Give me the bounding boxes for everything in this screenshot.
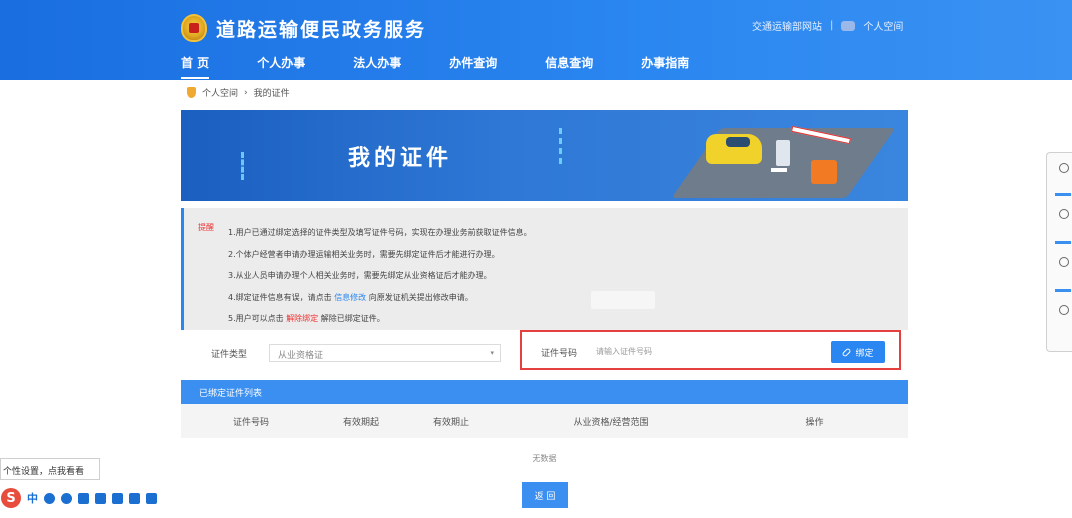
search-icon[interactable] xyxy=(1059,209,1069,219)
col-valid-to: 有效期止 xyxy=(432,417,469,428)
breadcrumb-current: 我的证件 xyxy=(253,89,290,99)
breadcrumb: 个人空间 › 我的证件 xyxy=(187,86,290,99)
breadcrumb-separator: › xyxy=(244,87,248,98)
nav-legal-person[interactable]: 法人办事 xyxy=(353,54,401,79)
col-scope: 从业资格/经营范围 xyxy=(573,417,649,428)
notice-line: 5.用户可以点击 解除绑定 解除已绑定证件。 xyxy=(228,308,532,330)
keyboard-icon[interactable] xyxy=(95,492,106,504)
cert-number-input[interactable]: 请输入证件号码 xyxy=(592,342,822,360)
page-banner: 我的证件 xyxy=(181,110,908,201)
notice-line: 1.用户已通过绑定选择的证件类型及填写证件号码，实现在办理业务前获取证件信息。 xyxy=(228,228,532,237)
nav-personal[interactable]: 个人办事 xyxy=(257,54,305,79)
user-icon[interactable] xyxy=(112,492,123,504)
notice-line: 4.绑定证件信息有误，请点击 信息修改 向原发证机关提出修改申请。 xyxy=(228,287,532,309)
main-nav: 首 页 个人办事 法人办事 办件查询 信息查询 办事指南 xyxy=(181,54,737,79)
car-window-illustration xyxy=(726,137,750,147)
notice-line: 2.个体户经营者申请办理运输相关业务时，需要先绑定证件后才能进行办理。 xyxy=(228,249,500,259)
notice-text: 5.用户可以点击 xyxy=(228,314,284,323)
toolbox-icon[interactable] xyxy=(146,492,157,504)
table-empty-text: 无数据 xyxy=(532,453,557,463)
nav-guide[interactable]: 办事指南 xyxy=(641,54,689,79)
shield-icon xyxy=(187,87,196,98)
notice-text: 解除已绑定证件。 xyxy=(320,314,385,323)
col-actions: 操作 xyxy=(805,417,824,428)
ministry-link[interactable]: 交通运输部网站 xyxy=(752,18,822,33)
cert-type-value: 从业资格证 xyxy=(278,351,324,361)
toll-booth-illustration xyxy=(776,140,790,166)
divider xyxy=(1055,241,1071,244)
cert-type-row: 证件类型 从业资格证 ▾ xyxy=(211,344,502,362)
link-icon xyxy=(842,347,852,357)
return-button[interactable]: 返 回 xyxy=(522,482,568,508)
decorative-signal-icon xyxy=(559,128,577,164)
decorative-signal-icon xyxy=(241,152,259,180)
blurred-region xyxy=(591,291,655,309)
chat-icon[interactable] xyxy=(1059,257,1069,267)
home-icon[interactable] xyxy=(1059,163,1069,173)
notice-line: 3.从业人员申请办理个人相关业务时，需要先绑定从业资格证后才能办理。 xyxy=(228,271,492,280)
ime-toolbar: S 中 xyxy=(0,486,176,510)
col-valid-from: 有效期起 xyxy=(342,417,379,428)
unbind-link[interactable]: 解除绑定 xyxy=(286,314,318,323)
site-title: 道路运输便民政务服务 xyxy=(216,19,427,41)
floating-side-toolbar xyxy=(1046,152,1072,352)
breadcrumb-home[interactable]: 个人空间 xyxy=(202,86,238,99)
emoji-icon[interactable] xyxy=(61,492,72,504)
notice-label: 提醒 xyxy=(198,223,214,232)
table-header-row: 证件号码 有效期起 有效期止 从业资格/经营范围 操作 xyxy=(181,404,908,438)
chevron-down-icon: ▾ xyxy=(490,349,495,357)
top-links: 交通运输部网站 | 个人空间 xyxy=(752,18,903,33)
nav-info-query[interactable]: 信息查询 xyxy=(545,54,593,79)
personal-space-link[interactable]: 个人空间 xyxy=(863,18,903,33)
bind-button[interactable]: 绑定 xyxy=(831,341,885,363)
site-header: 道路运输便民政务服务 交通运输部网站 | 个人空间 首 页 个人办事 法人办事 … xyxy=(0,0,1072,80)
cert-type-label: 证件类型 xyxy=(211,349,248,360)
notice-box: 提醒 1.用户已通过绑定选择的证件类型及填写证件号码，实现在办理业务前获取证件信… xyxy=(181,208,908,330)
arrow-illustration xyxy=(771,168,787,172)
microphone-icon[interactable] xyxy=(78,492,89,504)
ime-tooltip: 个性设置，点我看看 xyxy=(0,458,100,480)
skin-icon[interactable] xyxy=(129,492,140,504)
gate-illustration xyxy=(811,160,837,184)
top-links-separator: | xyxy=(830,20,834,31)
cert-number-label: 证件号码 xyxy=(541,349,578,359)
bind-button-label: 绑定 xyxy=(855,348,874,359)
ime-chinese-toggle[interactable]: 中 xyxy=(27,490,38,506)
top-icon[interactable] xyxy=(1059,305,1069,315)
nav-home[interactable]: 首 页 xyxy=(181,54,210,79)
table-title: 已绑定证件列表 xyxy=(181,380,908,404)
emblem-logo-icon xyxy=(181,14,207,42)
divider xyxy=(1055,289,1071,292)
notice-text: 4.绑定证件信息有误，请点击 xyxy=(228,292,332,302)
sogou-logo-icon[interactable]: S xyxy=(1,488,21,508)
notice-text: 向原发证机关提出修改申请。 xyxy=(368,292,473,302)
notice-lines: 1.用户已通过绑定选择的证件类型及填写证件号码，实现在办理业务前获取证件信息。 … xyxy=(228,222,532,330)
cert-number-highlight-box: 证件号码 请输入证件号码 绑定 xyxy=(520,330,901,370)
col-cert-number: 证件号码 xyxy=(232,417,269,428)
punctuation-icon[interactable] xyxy=(44,492,55,504)
nav-case-query[interactable]: 办件查询 xyxy=(449,54,497,79)
info-modify-link[interactable]: 信息修改 xyxy=(334,293,366,302)
avatar xyxy=(841,20,856,31)
divider xyxy=(1055,193,1071,196)
banner-title: 我的证件 xyxy=(348,146,453,171)
cert-type-select[interactable]: 从业资格证 ▾ xyxy=(269,344,502,362)
